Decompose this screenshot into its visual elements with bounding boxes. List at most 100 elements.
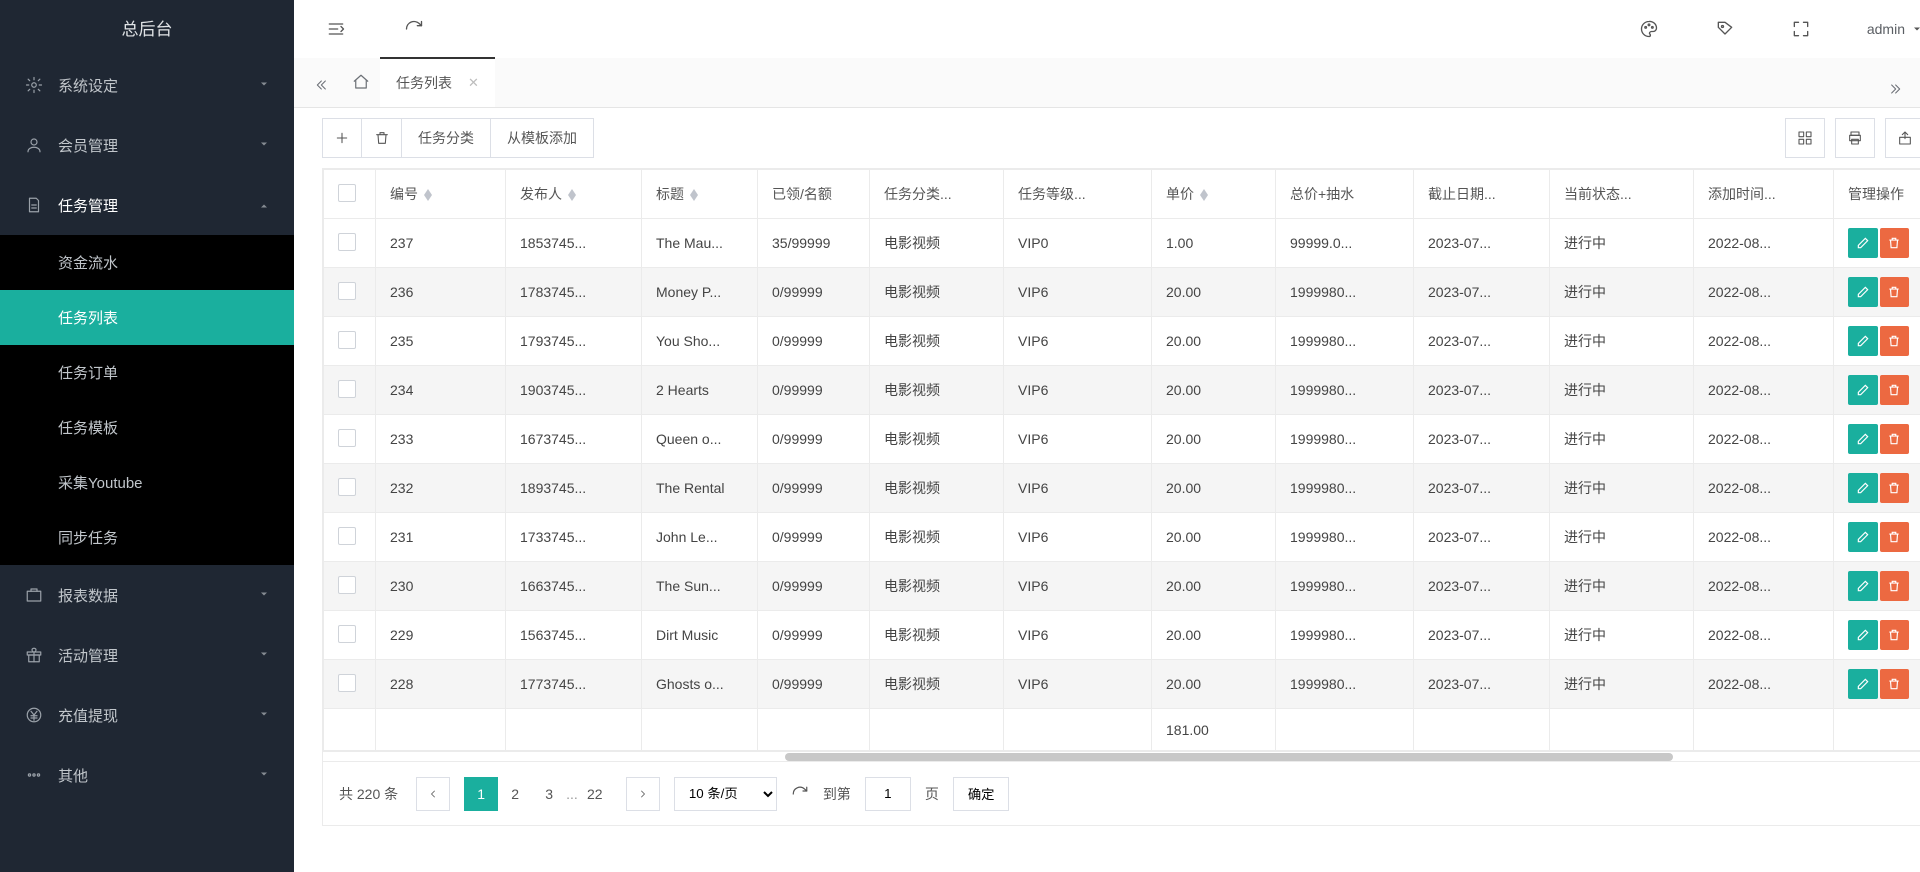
row-checkbox[interactable]	[338, 576, 356, 594]
delete-button[interactable]	[1880, 326, 1910, 356]
refresh-icon[interactable]	[404, 19, 424, 39]
palette-icon[interactable]	[1639, 19, 1659, 39]
sidebar-group-6[interactable]: 其他	[0, 745, 294, 805]
cell-title: The Rental	[642, 464, 758, 513]
sidebar-group-4[interactable]: 活动管理	[0, 625, 294, 685]
tabs-scroll-left-icon[interactable]	[312, 73, 336, 97]
sidebar-group-2[interactable]: 任务管理	[0, 175, 294, 235]
sidebar-item-2-3[interactable]: 任务模板	[0, 400, 294, 455]
goto-page-input[interactable]	[865, 777, 911, 811]
cell-claimed: 35/99999	[758, 219, 870, 268]
delete-button[interactable]	[1880, 473, 1910, 503]
page-number-2[interactable]: 2	[498, 777, 532, 811]
edit-button[interactable]	[1848, 326, 1878, 356]
cell-price: 20.00	[1152, 562, 1276, 611]
user-menu[interactable]: admin	[1867, 21, 1920, 37]
cell-category: 电影视频	[870, 611, 1004, 660]
row-checkbox[interactable]	[338, 674, 356, 692]
delete-button[interactable]	[1880, 571, 1910, 601]
delete-button[interactable]	[1880, 277, 1910, 307]
delete-selected-button[interactable]	[362, 118, 402, 158]
menu-collapse-icon[interactable]	[326, 19, 346, 39]
add-button[interactable]	[322, 118, 362, 158]
fullscreen-icon[interactable]	[1791, 19, 1811, 39]
col-price[interactable]: 单价	[1152, 170, 1276, 219]
row-checkbox[interactable]	[338, 478, 356, 496]
edit-button[interactable]	[1848, 522, 1878, 552]
cell-title: You Sho...	[642, 317, 758, 366]
sidebar-group-0[interactable]: 系统设定	[0, 55, 294, 115]
edit-button[interactable]	[1848, 473, 1878, 503]
print-button[interactable]	[1835, 118, 1875, 158]
edit-button[interactable]	[1848, 571, 1878, 601]
col-title[interactable]: 标题	[642, 170, 758, 219]
row-checkbox[interactable]	[338, 527, 356, 545]
row-checkbox[interactable]	[338, 429, 356, 447]
edit-button[interactable]	[1848, 375, 1878, 405]
cell-deadline: 2023-07...	[1414, 562, 1550, 611]
cell-publisher: 1733745...	[506, 513, 642, 562]
col-ops: 管理操作	[1834, 170, 1920, 219]
tag-icon[interactable]	[1715, 19, 1735, 39]
delete-button[interactable]	[1880, 669, 1910, 699]
delete-button[interactable]	[1880, 424, 1910, 454]
sidebar-group-5[interactable]: 充值提现	[0, 685, 294, 745]
page-next-button[interactable]	[626, 777, 660, 811]
delete-button[interactable]	[1880, 375, 1910, 405]
cell-price: 20.00	[1152, 317, 1276, 366]
page-number-22[interactable]: 22	[578, 777, 612, 811]
page-size-select[interactable]: 10 条/页	[674, 777, 777, 811]
col-id[interactable]: 编号	[376, 170, 506, 219]
delete-button[interactable]	[1880, 522, 1910, 552]
page-number-1[interactable]: 1	[464, 777, 498, 811]
delete-button[interactable]	[1880, 620, 1910, 650]
category-button[interactable]: 任务分类	[402, 118, 491, 158]
row-checkbox[interactable]	[338, 282, 356, 300]
sidebar-item-2-2[interactable]: 任务订单	[0, 345, 294, 400]
pagination: 共 220 条 123...22 10 条/页 到第 页 确定	[322, 762, 1920, 826]
sidebar: 总后台 系统设定会员管理任务管理资金流水任务列表任务订单任务模板采集Youtub…	[0, 0, 294, 872]
row-checkbox[interactable]	[338, 380, 356, 398]
cell-created: 2022-08...	[1694, 562, 1834, 611]
close-icon[interactable]: ✕	[468, 75, 479, 91]
tab-home[interactable]	[342, 57, 380, 107]
table-horizontal-scrollbar[interactable]	[322, 752, 1920, 762]
table-row: 2331673745...Queen o...0/99999电影视频VIP620…	[324, 415, 1920, 464]
row-checkbox[interactable]	[338, 331, 356, 349]
edit-button[interactable]	[1848, 620, 1878, 650]
home-icon	[352, 73, 370, 91]
cell-level: VIP6	[1004, 366, 1152, 415]
edit-button[interactable]	[1848, 424, 1878, 454]
sidebar-item-2-1[interactable]: 任务列表	[0, 290, 294, 345]
select-all-checkbox[interactable]	[338, 184, 356, 202]
cell-title: Money P...	[642, 268, 758, 317]
goto-confirm-button[interactable]: 确定	[953, 777, 1010, 811]
sidebar-item-2-0[interactable]: 资金流水	[0, 235, 294, 290]
row-checkbox[interactable]	[338, 233, 356, 251]
sidebar-item-2-4[interactable]: 采集Youtube	[0, 455, 294, 510]
edit-button[interactable]	[1848, 228, 1878, 258]
cell-id: 234	[376, 366, 506, 415]
cell-level: VIP6	[1004, 513, 1152, 562]
from-template-button[interactable]: 从模板添加	[491, 118, 594, 158]
sidebar-group-1[interactable]: 会员管理	[0, 115, 294, 175]
edit-button[interactable]	[1848, 277, 1878, 307]
delete-button[interactable]	[1880, 228, 1910, 258]
sidebar-item-2-5[interactable]: 同步任务	[0, 510, 294, 565]
page-number-3[interactable]: 3	[532, 777, 566, 811]
cell-price: 20.00	[1152, 366, 1276, 415]
tabs-scroll-right-icon[interactable]	[1885, 81, 1901, 97]
tab-task-list[interactable]: 任务列表 ✕	[380, 57, 495, 107]
export-button[interactable]	[1885, 118, 1920, 158]
sidebar-group-3[interactable]: 报表数据	[0, 565, 294, 625]
sidebar-group-label: 任务管理	[58, 195, 258, 216]
edit-button[interactable]	[1848, 669, 1878, 699]
page-refresh-icon[interactable]	[791, 785, 809, 803]
sort-icon	[424, 189, 432, 201]
columns-button[interactable]	[1785, 118, 1825, 158]
table-row: 2341903745...2 Hearts0/99999电影视频VIP620.0…	[324, 366, 1920, 415]
page-prev-button[interactable]	[416, 777, 450, 811]
cell-level: VIP0	[1004, 219, 1152, 268]
col-publisher[interactable]: 发布人	[506, 170, 642, 219]
row-checkbox[interactable]	[338, 625, 356, 643]
